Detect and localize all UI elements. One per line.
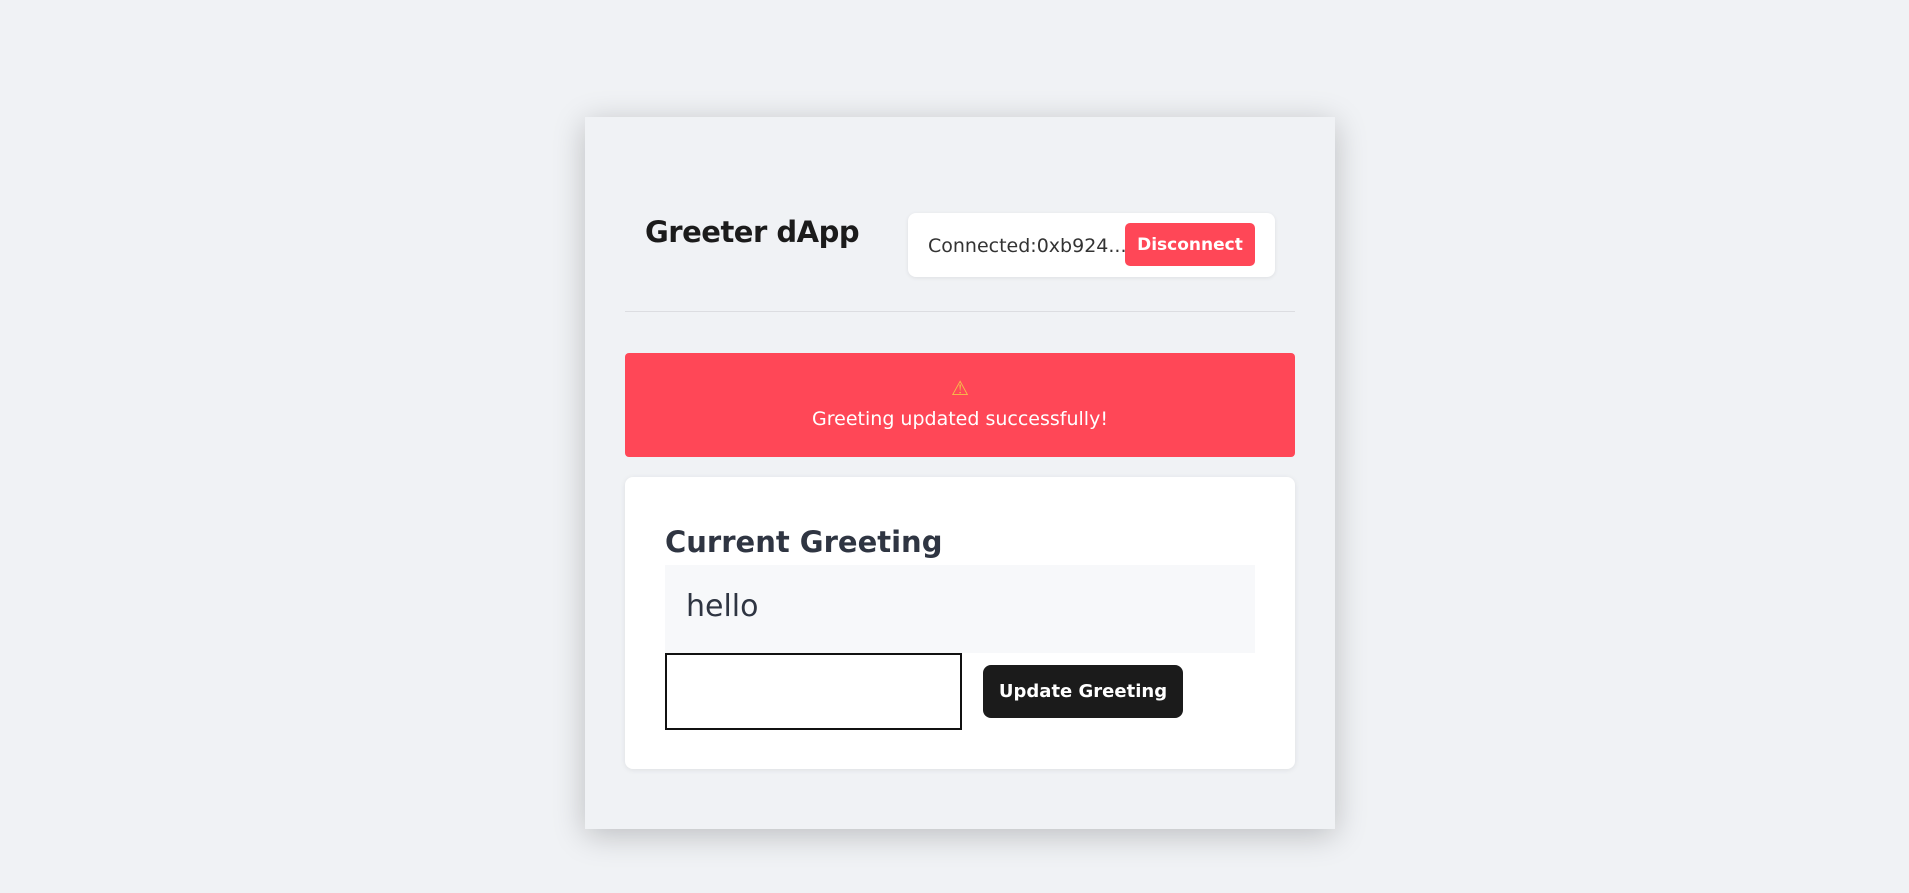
disconnect-button[interactable]: Disconnect (1125, 223, 1255, 266)
update-greeting-button[interactable]: Update Greeting (983, 665, 1183, 718)
greeting-heading: Current Greeting (665, 525, 943, 559)
alert-message: Greeting updated successfully! (812, 408, 1108, 430)
header-divider (625, 311, 1295, 312)
new-greeting-input[interactable] (665, 653, 962, 730)
wallet-status-box: Connected:0xb924... Disconnect (908, 213, 1275, 277)
app-title: Greeter dApp (645, 215, 860, 249)
warning-icon: ⚠ (951, 376, 969, 400)
current-greeting-value: hello (686, 589, 759, 624)
current-greeting-display: hello (665, 565, 1255, 653)
app-container: Greeter dApp Connected:0xb924... Disconn… (585, 117, 1335, 829)
greeting-card: Current Greeting hello Update Greeting (625, 477, 1295, 769)
alert-banner: ⚠ Greeting updated successfully! (625, 353, 1295, 457)
wallet-address: Connected:0xb924... (928, 235, 1127, 257)
